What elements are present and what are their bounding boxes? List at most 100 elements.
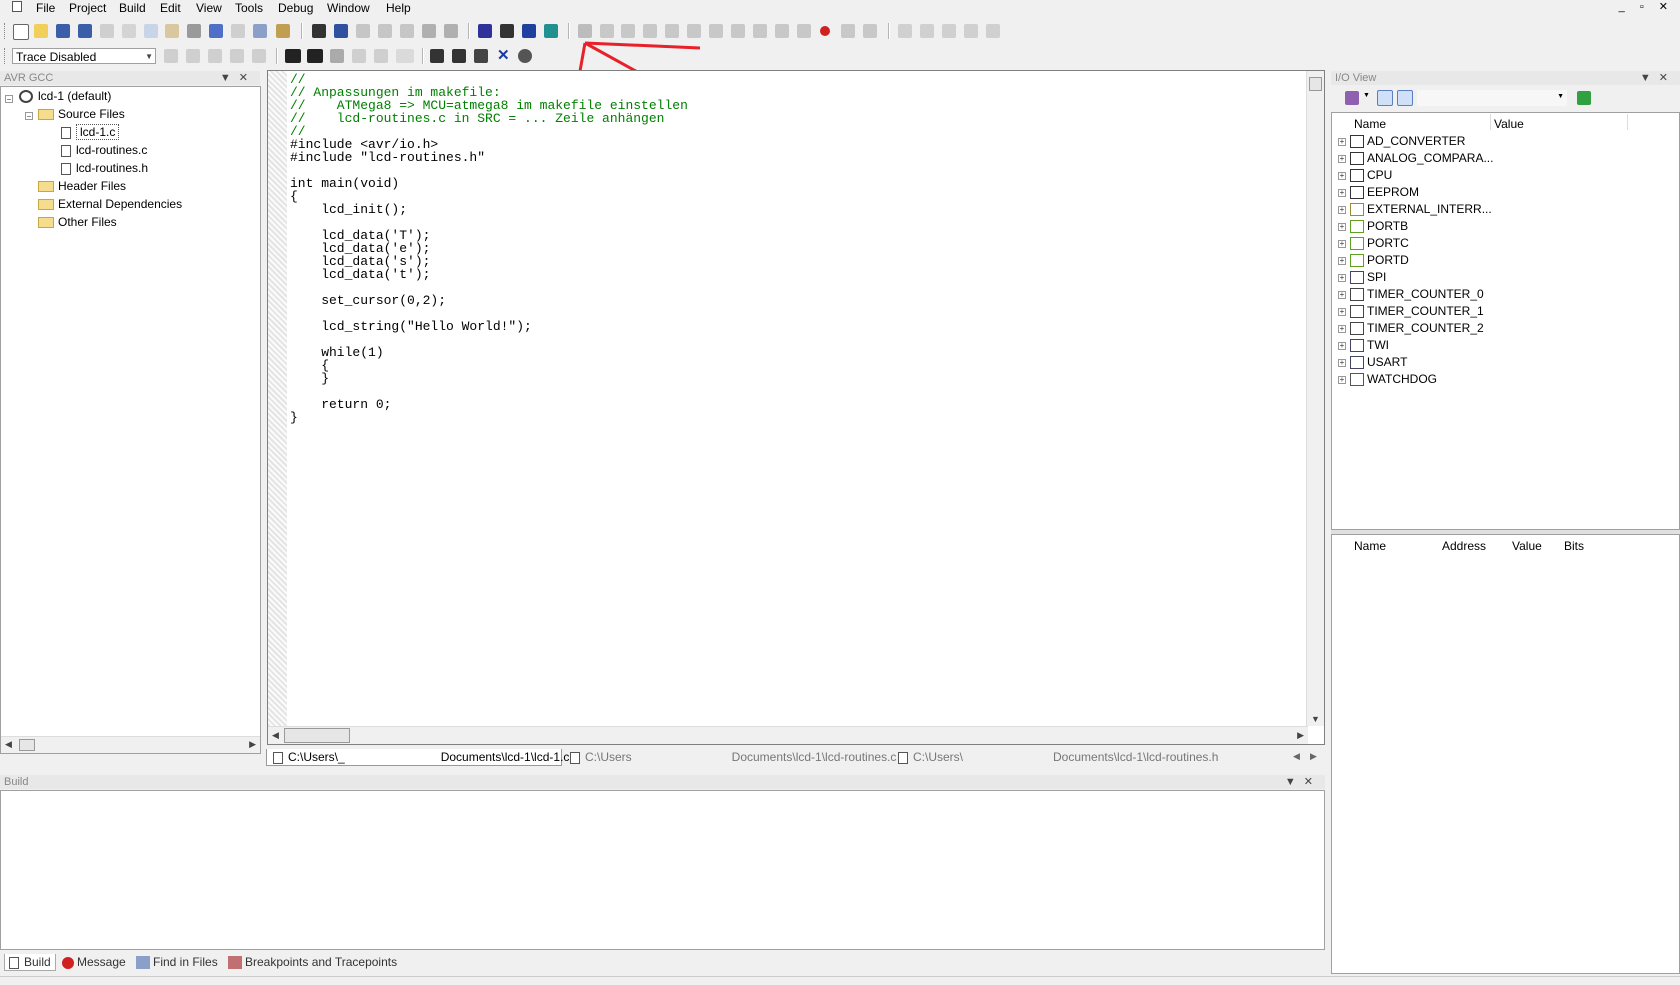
io-filter-select[interactable]: ▼ — [1417, 90, 1567, 106]
project-hscroll[interactable]: ◀ ▶ — [1, 736, 260, 753]
doc-tab-lcd-routines-c[interactable]: C:\Users Documents\lcd-1\lcd-routines.c — [570, 749, 896, 766]
io-detail-pane — [1331, 534, 1680, 974]
detail-col-value[interactable]: Value — [1512, 539, 1542, 553]
tab-message[interactable]: Message — [62, 954, 126, 970]
io-register-item[interactable]: PORTD — [1350, 252, 1409, 269]
tree-file[interactable]: lcd-1.c — [61, 124, 120, 141]
expand-icon[interactable]: + — [1338, 138, 1346, 146]
scroll-left-icon[interactable]: ◀ — [5, 739, 12, 750]
io-register-item[interactable]: TIMER_COUNTER_2 — [1350, 320, 1484, 337]
panel-controls[interactable]: ▼✕ — [220, 71, 256, 85]
code-line[interactable]: // lcd-routines.c in SRC = ... Zeile anh… — [290, 112, 688, 125]
tree-folder-other[interactable]: Other Files — [38, 214, 117, 231]
tree-file[interactable]: lcd-routines.c — [61, 142, 147, 159]
code-line[interactable]: lcd_string("Hello World!"); — [290, 320, 688, 333]
expand-icon[interactable]: + — [1338, 274, 1346, 282]
expand-icon[interactable]: + — [1338, 342, 1346, 350]
code-line[interactable]: set_cursor(0,2); — [290, 294, 688, 307]
expand-icon[interactable]: + — [1338, 325, 1346, 333]
expand-icon[interactable]: + — [1338, 257, 1346, 265]
io-device-icon[interactable] — [1345, 91, 1359, 105]
list-view-icon[interactable] — [1397, 90, 1413, 106]
tab-scroll-right-icon[interactable]: ▶ — [1310, 751, 1317, 762]
expand-icon[interactable]: + — [1338, 172, 1346, 180]
tree-folder-header[interactable]: Header Files — [38, 178, 126, 195]
code-line[interactable]: int main(void) — [290, 177, 688, 190]
io-register-item[interactable]: SPI — [1350, 269, 1386, 286]
expand-icon[interactable]: + — [1338, 308, 1346, 316]
tree-folder-source[interactable]: Source Files — [38, 106, 125, 123]
io-register-item[interactable]: EEPROM — [1350, 184, 1419, 201]
build-output[interactable] — [0, 790, 1325, 950]
doc-tab-lcd-1-c[interactable]: C:\Users\_ Documents\lcd-1\lcd-1.c — [266, 749, 569, 766]
editor-gutter[interactable] — [268, 71, 287, 726]
panel-controls[interactable]: ▼✕ — [1640, 71, 1676, 85]
io-register-label: PORTD — [1367, 253, 1409, 267]
expand-icon[interactable]: + — [1338, 240, 1346, 248]
tab-breakpoints[interactable]: Breakpoints and Tracepoints — [228, 954, 397, 970]
io-register-item[interactable]: USART — [1350, 354, 1407, 371]
io-register-item[interactable]: PORTB — [1350, 218, 1408, 235]
go-arrow-icon[interactable] — [1577, 91, 1591, 105]
scroll-right-icon[interactable]: ▶ — [249, 739, 256, 750]
code-line[interactable]: lcd_init(); — [290, 203, 688, 216]
panel-controls[interactable]: ▼✕ — [1285, 775, 1321, 789]
build-panel-title: Build ▼✕ — [0, 775, 1325, 789]
folder-icon — [38, 199, 54, 211]
io-register-item[interactable]: WATCHDOG — [1350, 371, 1437, 388]
scroll-left-icon[interactable]: ◀ — [272, 730, 279, 741]
register-icon — [1350, 356, 1364, 370]
io-register-item[interactable]: TIMER_COUNTER_1 — [1350, 303, 1484, 320]
tree-project[interactable]: lcd-1 (default) — [19, 88, 111, 105]
expand-icon[interactable]: + — [1338, 155, 1346, 163]
io-register-label: TIMER_COUNTER_2 — [1367, 321, 1484, 335]
tree-file[interactable]: lcd-routines.h — [61, 160, 148, 177]
tree-view-icon[interactable] — [1377, 90, 1393, 106]
scroll-down-icon[interactable]: ▼ — [1311, 714, 1320, 724]
io-register-item[interactable]: EXTERNAL_INTERR... — [1350, 201, 1492, 218]
collapse-icon[interactable]: − — [25, 112, 33, 121]
chevron-down-icon[interactable]: ▼ — [1363, 92, 1370, 99]
io-col-name[interactable]: Name — [1354, 117, 1386, 131]
io-register-item[interactable]: AD_CONVERTER — [1350, 133, 1465, 150]
io-register-label: SPI — [1367, 270, 1387, 284]
expand-icon[interactable]: + — [1338, 291, 1346, 299]
tab-find-in-files[interactable]: Find in Files — [136, 954, 218, 970]
code-line[interactable]: { — [290, 359, 688, 372]
file-icon — [898, 751, 908, 764]
expand-icon[interactable]: + — [1338, 189, 1346, 197]
code-text[interactable]: //// Anpassungen im makefile:// ATMega8 … — [290, 73, 688, 424]
code-line[interactable]: } — [290, 372, 688, 385]
tab-scroll-left-icon[interactable]: ◀ — [1293, 751, 1300, 762]
detail-col-address[interactable]: Address — [1442, 539, 1486, 553]
folder-icon — [38, 181, 54, 193]
io-register-item[interactable]: CPU — [1350, 167, 1392, 184]
tab-build[interactable]: Build — [4, 954, 56, 971]
io-register-label: TIMER_COUNTER_1 — [1367, 304, 1484, 318]
scroll-right-icon[interactable]: ▶ — [1297, 730, 1304, 741]
doc-tab-lcd-routines-h[interactable]: C:\Users\ Documents\lcd-1\lcd-routines.h — [898, 749, 1218, 766]
file-icon — [61, 126, 71, 139]
editor-vscroll[interactable]: ▼ — [1306, 71, 1324, 726]
expand-icon[interactable]: + — [1338, 376, 1346, 384]
code-line[interactable]: #include "lcd-routines.h" — [290, 151, 688, 164]
expand-icon[interactable]: + — [1338, 206, 1346, 214]
io-register-item[interactable]: TWI — [1350, 337, 1389, 354]
code-line[interactable]: } — [290, 411, 688, 424]
io-register-item[interactable]: TIMER_COUNTER_0 — [1350, 286, 1484, 303]
file-icon — [61, 144, 71, 157]
code-line[interactable]: while(1) — [290, 346, 688, 359]
editor-hscroll[interactable]: ◀ ▶ — [268, 726, 1308, 744]
tree-folder-external[interactable]: External Dependencies — [38, 196, 182, 213]
io-register-item[interactable]: PORTC — [1350, 235, 1409, 252]
detail-col-bits[interactable]: Bits — [1564, 539, 1584, 553]
expand-icon[interactable]: + — [1338, 223, 1346, 231]
collapse-icon[interactable]: − — [5, 95, 13, 104]
code-line[interactable]: return 0; — [290, 398, 688, 411]
code-editor[interactable]: //// Anpassungen im makefile:// ATMega8 … — [267, 70, 1325, 745]
expand-icon[interactable]: + — [1338, 359, 1346, 367]
io-register-item[interactable]: ANALOG_COMPARA... — [1350, 150, 1493, 167]
code-line[interactable]: lcd_data('t'); — [290, 268, 688, 281]
io-col-value[interactable]: Value — [1494, 117, 1524, 131]
detail-col-name[interactable]: Name — [1354, 539, 1386, 553]
